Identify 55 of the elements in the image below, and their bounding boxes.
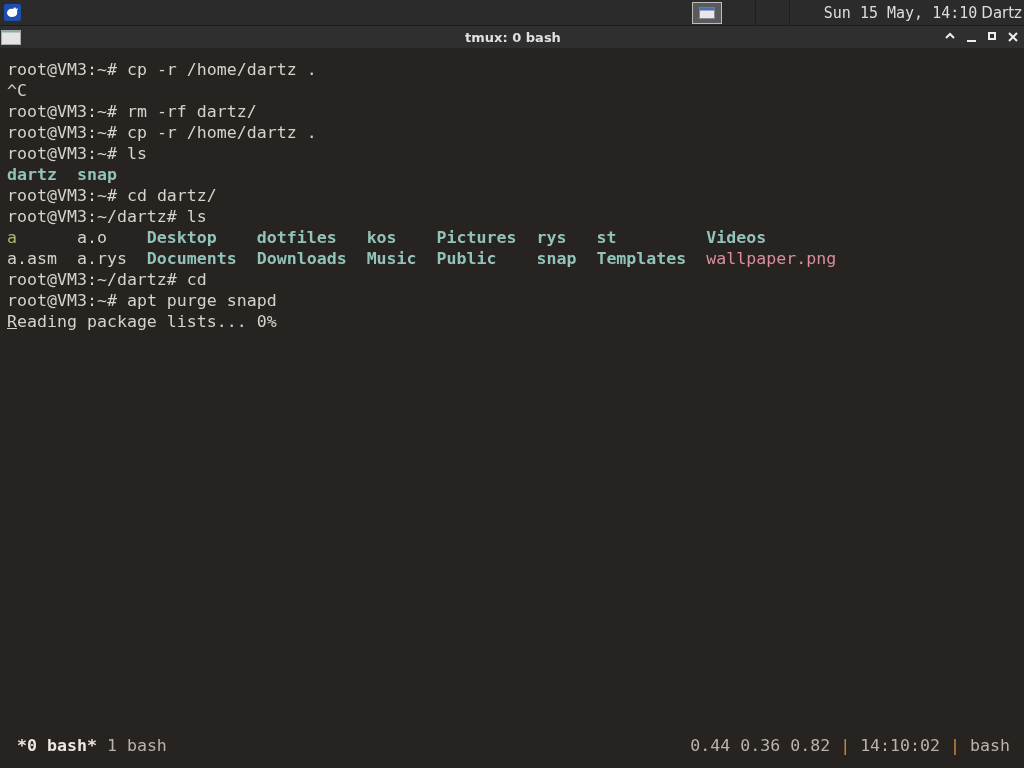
menu-logo-icon[interactable] [4,4,21,21]
command-text: apt purge snapd [126,290,277,311]
directory-name: dartz [7,164,57,185]
user-name[interactable]: Dartz [981,3,1022,22]
file-name: a [7,227,18,248]
directory-name: Videos [706,227,768,248]
shell-prompt: root@VM3:~# [7,143,117,164]
command-text: cd [186,269,207,290]
directory-name: snap [536,248,577,269]
command-text: ls [186,206,207,227]
shell-prompt: root@VM3:~# [7,185,117,206]
command-text: cd dartz/ [126,185,217,206]
program-name: bash [970,735,1010,756]
window-icon [698,6,715,19]
file-name: a.o [76,227,108,248]
directory-name: snap [76,164,117,185]
shell-prompt: root@VM3:~/dartz# [7,269,177,290]
directory-name: kos [366,227,398,248]
directory-name: Downloads [256,248,347,269]
clock: Sun 15 May, 14:10 [823,3,978,22]
shell-prompt: root@VM3:~/dartz# [7,206,177,227]
directory-name: Pictures [436,227,517,248]
load-average: 0.44 0.36 0.82 [690,735,831,756]
status-time: 14:10:02 [860,735,941,756]
directory-name: Desktop [146,227,218,248]
directory-name: Music [366,248,417,269]
shell-prompt: root@VM3:~# [7,59,117,80]
command-text: cp -r /home/dartz . [126,122,317,143]
maximize-button[interactable] [988,32,996,40]
directory-name: Public [436,248,498,269]
directory-name: Documents [146,248,237,269]
window-title: tmux: 0 bash [464,29,562,45]
separator-text: | [840,735,851,756]
directory-name: st [596,227,618,248]
file-name: a.asm [7,248,57,269]
taskbar-window-button[interactable] [691,1,722,24]
directory-name: Templates [596,248,687,269]
window-icon [1,29,21,45]
shell-prompt: root@VM3:~# [7,290,117,311]
output-text: Reading package lists... 0% [7,311,277,332]
shell-prompt: root@VM3:~# [7,122,117,143]
command-text: ls [126,143,147,164]
directory-name: dotfiles [256,227,338,248]
shade-button[interactable] [945,32,955,39]
directory-name: rys [536,227,568,248]
tmux-window-tab[interactable]: *0 bash* [17,735,97,756]
shell-prompt: root@VM3:~# [7,101,117,122]
command-text: cp -r /home/dartz . [126,59,317,80]
close-button[interactable] [1008,32,1018,42]
output-text: ^C [7,80,27,101]
separator-text: | [950,735,961,756]
tmux-window-tab[interactable]: 1 bash [106,735,167,756]
file-name: a.rys [76,248,127,269]
file-name: wallpaper.png [706,248,837,269]
command-text: rm -rf dartz/ [126,101,257,122]
